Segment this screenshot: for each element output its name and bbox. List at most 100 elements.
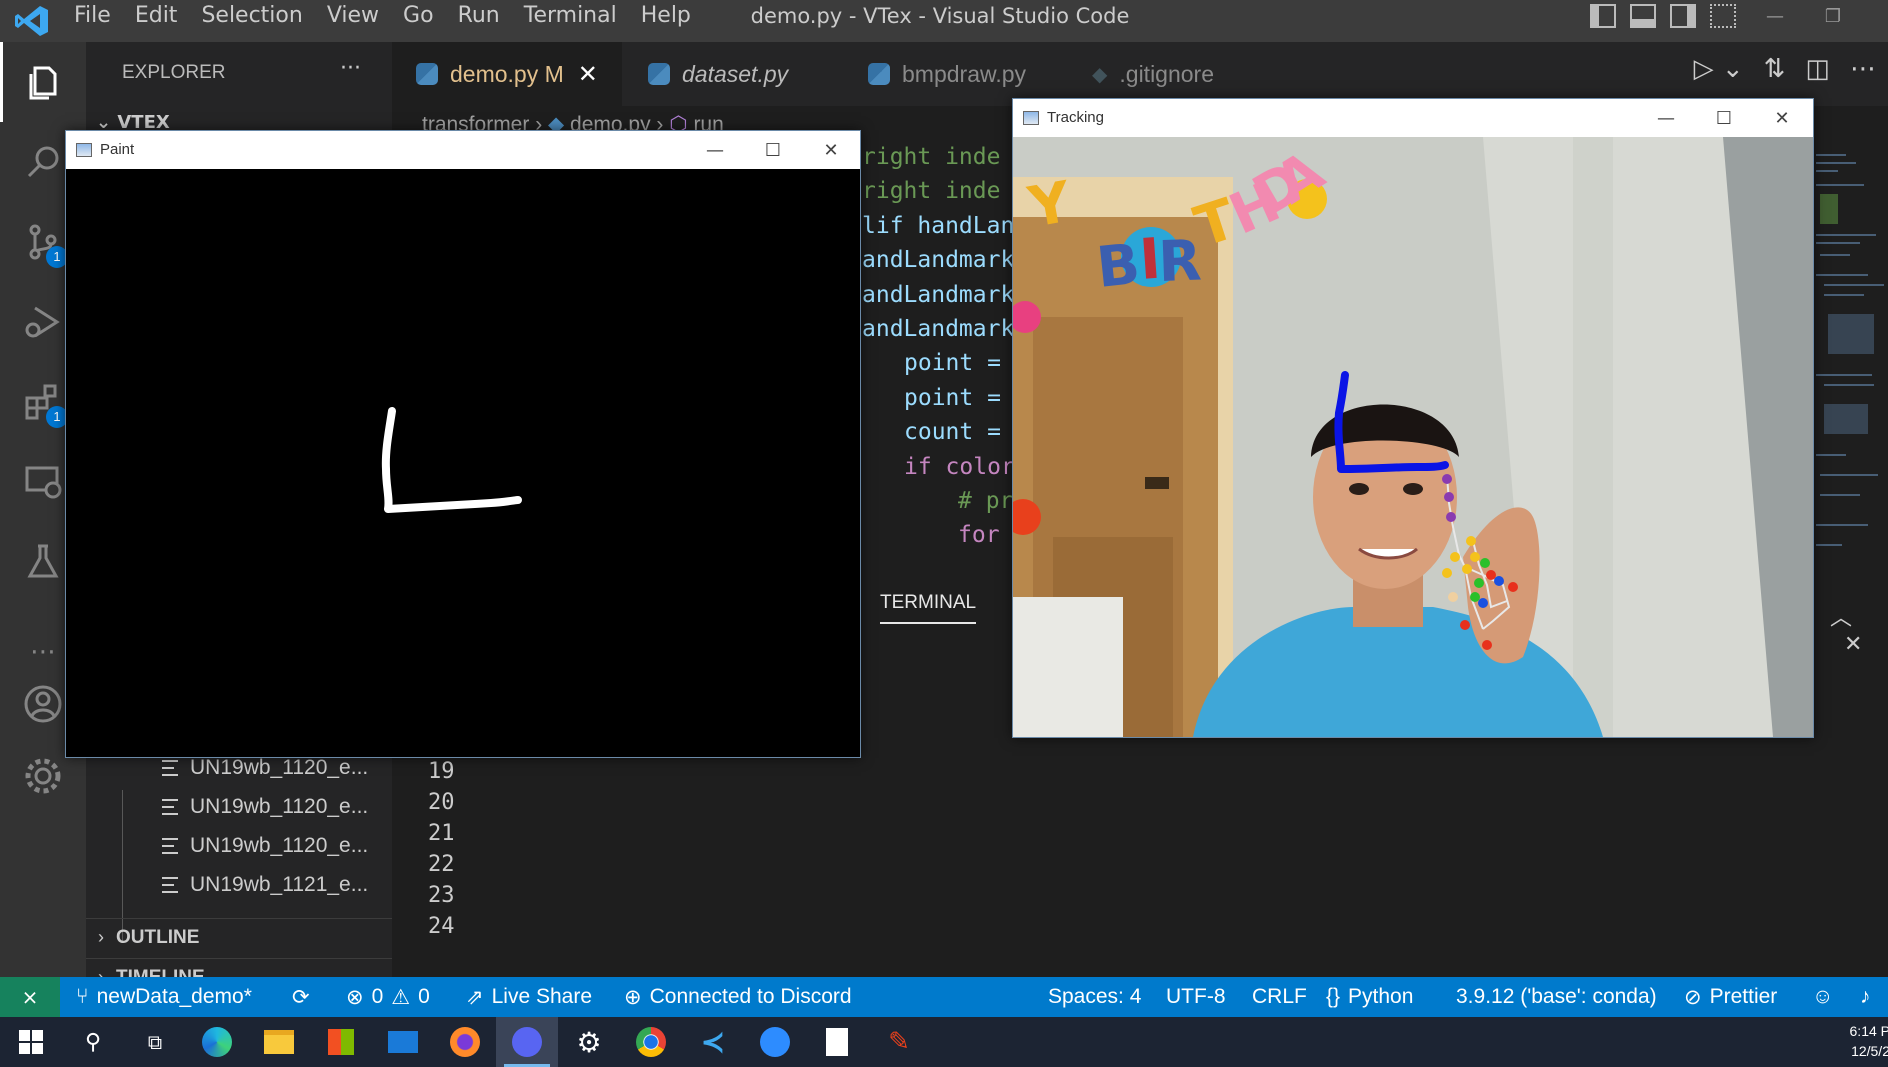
flask-icon [27, 544, 59, 578]
code-line: if color [904, 453, 1015, 480]
code-editor[interactable]: right inde right inde lif handLan andLan… [862, 140, 1015, 553]
layout-controls [1590, 4, 1736, 28]
taskbar-chrome[interactable] [620, 1017, 682, 1067]
toggle-secondary-sidebar-icon[interactable] [1670, 4, 1696, 28]
encoding-label: UTF-8 [1166, 985, 1226, 1008]
menu-go[interactable]: Go [391, 0, 446, 42]
tab-gitignore[interactable]: ◆ .gitignore [1068, 42, 1282, 106]
discord-label: Connected to Discord [649, 985, 852, 1008]
sync-button[interactable]: ⟳ [292, 977, 310, 1017]
git-branch[interactable]: ⑂ newData_demo* [76, 977, 252, 1017]
encoding-status[interactable]: UTF-8 [1166, 977, 1226, 1017]
app-icon [1023, 111, 1039, 125]
menu-help[interactable]: Help [629, 0, 703, 42]
file-item[interactable]: UN19wb_1120_e... [162, 828, 368, 864]
maximize-panel-icon[interactable]: ︿ [1830, 606, 1852, 631]
minimize-button[interactable]: — [686, 131, 744, 169]
toggle-panel-icon[interactable] [1630, 4, 1656, 28]
code-line: for [958, 522, 1000, 549]
feedback-button[interactable]: ☺ [1812, 977, 1833, 1017]
taskbar-file-explorer[interactable] [248, 1017, 310, 1067]
notifications-button[interactable]: ♪ [1860, 977, 1871, 1017]
maximize-button[interactable]: ☐ [1695, 99, 1753, 137]
tab-terminal[interactable]: TERMINAL [880, 592, 977, 624]
taskbar-paint-app[interactable]: ✎ [868, 1017, 930, 1067]
tab-bmpdraw-py[interactable]: bmpdraw.py [844, 42, 1066, 106]
more-actions-icon[interactable]: ⋯ [1850, 54, 1876, 84]
menu-selection[interactable]: Selection [189, 0, 314, 42]
maximize-button[interactable]: ☐ [744, 131, 802, 169]
close-button[interactable]: ✕ [802, 131, 860, 169]
store-icon [328, 1029, 354, 1055]
taskbar-mail[interactable] [372, 1017, 434, 1067]
taskbar-store[interactable] [310, 1017, 372, 1067]
clock-date: 12/5/2 [1851, 1043, 1888, 1059]
interpreter-label: 3.9.12 ('base': conda) [1456, 985, 1657, 1008]
svg-text:B: B [1094, 232, 1143, 301]
paint-window[interactable]: Paint — ☐ ✕ [65, 130, 861, 758]
explorer-more-actions[interactable]: ··· [340, 56, 361, 81]
code-line: right inde [862, 178, 1001, 205]
outline-section[interactable]: › OUTLINE [86, 918, 392, 956]
taskbar-discord[interactable] [496, 1017, 558, 1067]
file-item[interactable]: UN19wb_1120_e... [162, 789, 368, 825]
start-button[interactable] [0, 1017, 62, 1067]
close-panel-icon[interactable]: ✕ [1844, 632, 1862, 657]
paint-canvas[interactable] [66, 169, 860, 757]
minimize-button[interactable]: — [1748, 0, 1802, 32]
open-changes-icon[interactable]: ⇅ [1764, 54, 1786, 84]
indentation-label: Spaces: 4 [1048, 985, 1142, 1008]
tracking-window[interactable]: Tracking — ☐ ✕ B I R T H D A Y [1012, 98, 1814, 738]
paint-window-titlebar[interactable]: Paint — ☐ ✕ [66, 131, 860, 169]
problems-indicator[interactable]: ⊗ 0 ⚠ 0 [346, 977, 430, 1017]
tracking-window-titlebar[interactable]: Tracking — ☐ ✕ [1013, 99, 1813, 137]
globe-icon: ⊕ [624, 985, 642, 1009]
tab-dataset-py[interactable]: dataset.py [624, 42, 842, 106]
menu-terminal[interactable]: Terminal [512, 0, 629, 42]
language-mode[interactable]: {} Python [1326, 977, 1413, 1017]
taskbar-settings[interactable]: ⚙ [558, 1017, 620, 1067]
toggle-primary-sidebar-icon[interactable] [1590, 4, 1616, 28]
taskbar-zoom[interactable] [744, 1017, 806, 1067]
text-file-icon [162, 877, 178, 893]
activity-explorer[interactable] [0, 42, 86, 122]
code-line: andLandmark [862, 281, 1015, 308]
remote-indicator[interactable]: ⨯ [0, 977, 60, 1017]
customize-layout-icon[interactable] [1710, 4, 1736, 28]
menu-file[interactable]: File [62, 0, 123, 42]
menu-edit[interactable]: Edit [123, 0, 190, 42]
live-share-button[interactable]: ⇗ Live Share [466, 977, 592, 1017]
split-editor-icon[interactable]: ◫ [1805, 54, 1830, 84]
error-icon: ⊗ [346, 985, 364, 1009]
system-clock[interactable]: 6:14 P 12/5/2 [1830, 1021, 1888, 1061]
taskbar-notepad[interactable] [806, 1017, 868, 1067]
prettier-status[interactable]: ⊘ Prettier [1684, 977, 1777, 1017]
discord-status[interactable]: ⊕ Connected to Discord [624, 977, 852, 1017]
task-view[interactable]: ⧉ [124, 1017, 186, 1067]
restore-button[interactable]: ❐ [1806, 0, 1860, 32]
gear-icon [25, 758, 61, 794]
edge-icon [202, 1027, 232, 1057]
taskbar-vscode[interactable]: ≺ [682, 1017, 744, 1067]
taskbar-firefox[interactable] [434, 1017, 496, 1067]
code-line: lif handLan [862, 212, 1015, 239]
indentation-status[interactable]: Spaces: 4 [1048, 977, 1141, 1017]
discord-icon [512, 1027, 542, 1057]
eol-status[interactable]: CRLF [1252, 977, 1307, 1017]
editor-actions: ▷ ⌄ ⇅ ◫ ⋯ [1694, 54, 1888, 84]
file-item-label: UN19wb_1120_e... [190, 795, 369, 818]
taskbar-edge[interactable] [186, 1017, 248, 1067]
minimize-button[interactable]: — [1637, 99, 1695, 137]
menu-view[interactable]: View [315, 0, 391, 42]
close-icon[interactable]: ✕ [578, 60, 598, 89]
file-item[interactable]: UN19wb_1121_e... [162, 867, 368, 903]
close-button[interactable]: ✕ [1753, 99, 1811, 137]
minimap[interactable] [1812, 144, 1888, 584]
menu-run[interactable]: Run [446, 0, 512, 42]
tab-label: bmpdraw.py [902, 60, 1027, 87]
taskbar-search[interactable]: ⚲ [62, 1017, 124, 1067]
run-python-file-icon[interactable]: ▷ ⌄ [1694, 54, 1744, 84]
tab-demo-py[interactable]: demo.py M ✕ [392, 42, 622, 106]
python-interpreter[interactable]: 3.9.12 ('base': conda) [1456, 977, 1657, 1017]
remote-icon: ⨯ [21, 986, 39, 1009]
